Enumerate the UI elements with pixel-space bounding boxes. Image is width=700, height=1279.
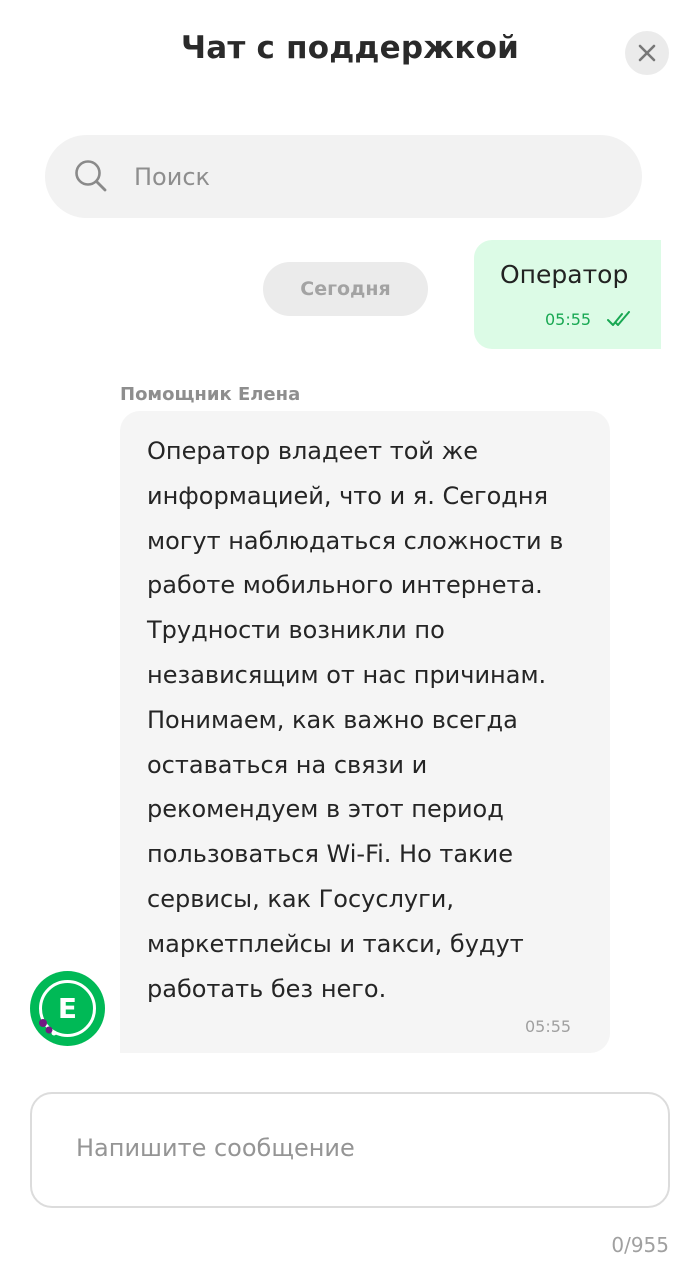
user-message-bubble: Оператор 05:55	[474, 240, 661, 349]
search-input[interactable]	[132, 155, 616, 199]
search-bar[interactable]	[45, 135, 642, 218]
message-composer[interactable]	[30, 1092, 670, 1208]
avatar: Е	[30, 971, 105, 1046]
user-message-text: Оператор	[500, 260, 629, 289]
bot-message-text: Оператор владеет той же информацией, что…	[147, 437, 564, 1003]
bot-sender-name: Помощник Елена	[120, 384, 301, 405]
char-counter: 0/955	[611, 1233, 669, 1257]
bot-message-time: 05:55	[525, 1017, 572, 1036]
date-divider: Сегодня	[263, 262, 428, 316]
bot-message-bubble: Оператор владеет той же информацией, что…	[120, 411, 610, 1053]
user-message-time: 05:55	[545, 310, 592, 329]
search-icon	[75, 160, 107, 192]
message-input[interactable]	[76, 1134, 636, 1174]
avatar-letter: Е	[57, 992, 78, 1025]
double-check-icon	[607, 311, 630, 326]
page-title: Чат с поддержкой	[180, 30, 519, 66]
close-button[interactable]	[625, 31, 669, 75]
close-icon	[638, 44, 656, 62]
